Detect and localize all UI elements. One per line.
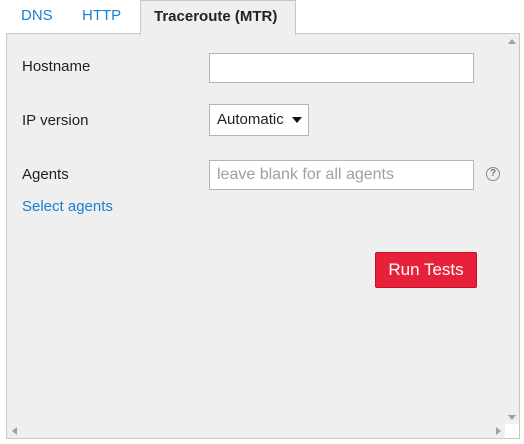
traceroute-panel: Hostname IP version Automatic Agents ? S… — [6, 33, 520, 439]
ip-version-select[interactable]: Automatic — [209, 104, 309, 136]
hostname-label: Hostname — [22, 58, 91, 75]
chevron-down-icon — [292, 117, 302, 123]
tab-traceroute[interactable]: Traceroute (MTR) — [140, 0, 296, 35]
agents-label: Agents — [22, 166, 69, 183]
scroll-right-icon[interactable] — [496, 427, 501, 435]
select-agents-link[interactable]: Select agents — [22, 198, 113, 215]
run-tests-button[interactable]: Run Tests — [375, 252, 477, 288]
vertical-scrollbar[interactable] — [505, 34, 519, 424]
scroll-down-icon[interactable] — [508, 415, 516, 420]
tab-dns[interactable]: DNS — [6, 0, 69, 32]
traceroute-widget: DNS HTTP Traceroute (MTR) Hostname IP ve… — [0, 0, 524, 444]
help-icon[interactable]: ? — [486, 167, 500, 181]
scrollbar-corner — [505, 424, 519, 438]
agents-input[interactable] — [209, 160, 474, 190]
ip-version-label: IP version — [22, 112, 89, 129]
tab-bar: DNS HTTP Traceroute (MTR) — [6, 0, 296, 35]
horizontal-scrollbar[interactable] — [7, 424, 505, 438]
scroll-up-icon[interactable] — [508, 39, 516, 44]
hostname-input[interactable] — [209, 53, 474, 83]
tab-http[interactable]: HTTP — [69, 0, 140, 32]
scroll-left-icon[interactable] — [12, 427, 17, 435]
ip-version-selected-value: Automatic — [217, 111, 284, 128]
